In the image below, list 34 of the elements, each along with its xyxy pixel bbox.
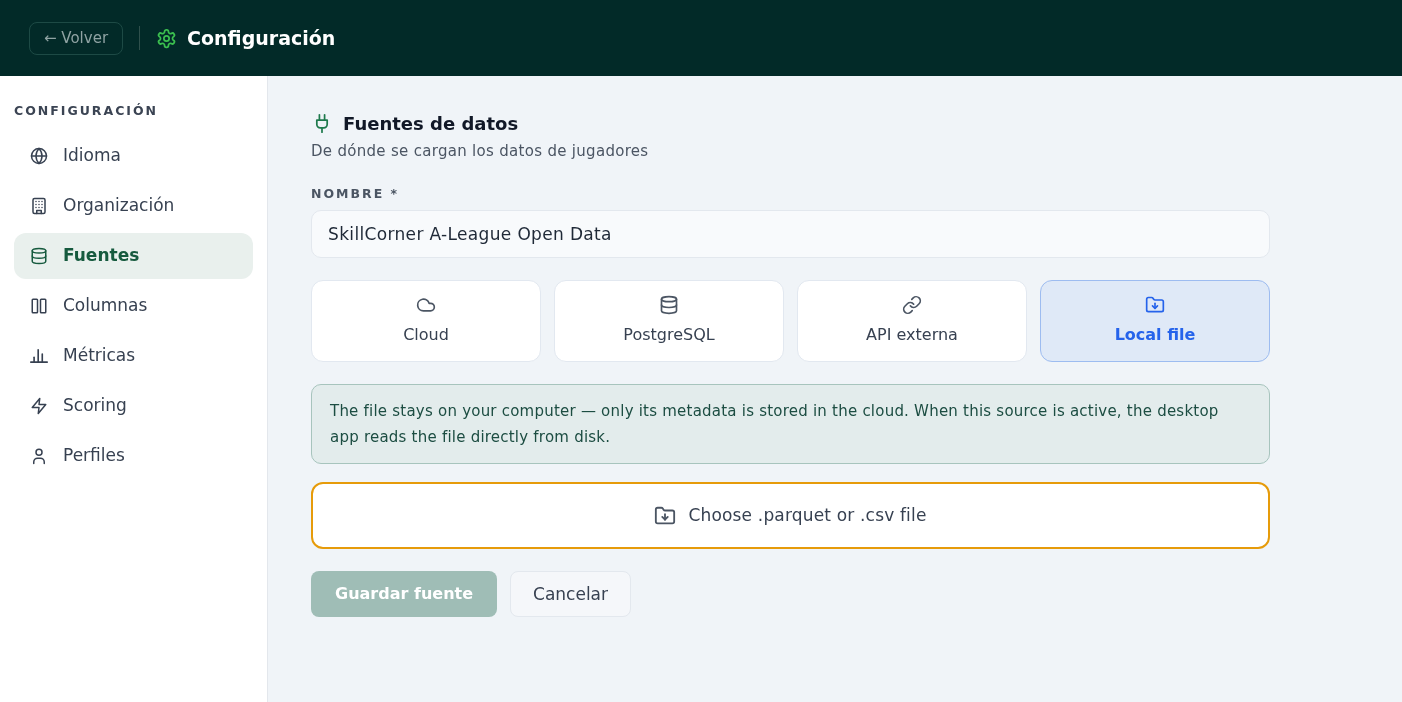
- source-type-option[interactable]: API externa: [797, 280, 1027, 363]
- source-type-option[interactable]: Local file: [1040, 280, 1270, 363]
- sidebar-item[interactable]: Perfiles: [14, 432, 253, 479]
- cancel-button[interactable]: Cancelar: [510, 571, 631, 618]
- bar-chart-icon: [30, 348, 48, 363]
- sidebar-item[interactable]: Idioma: [14, 132, 253, 179]
- section-subtitle: De dónde se cargan los datos de jugadores: [311, 141, 650, 162]
- name-field[interactable]: SkillCorner A-League Open Data: [311, 210, 1270, 259]
- info-notice: The file stays on your computer — only its metadata is stored in the cloud. When this source is active, the desktop app reads the file directly from disk.: [311, 384, 1270, 465]
- sidebar-item[interactable]: Métricas: [14, 332, 253, 379]
- sidebar-item[interactable]: Scoring: [14, 382, 253, 429]
- link-icon: [902, 295, 922, 316]
- user-icon: [30, 446, 48, 465]
- folder-download-icon: [654, 504, 677, 527]
- field-label: NOMBRE *: [311, 184, 401, 203]
- source-type-option[interactable]: PostgreSQL: [554, 280, 784, 363]
- back-button[interactable]: ← Volver: [29, 21, 124, 55]
- building-icon: [30, 196, 48, 215]
- database-icon: [659, 295, 679, 316]
- sidebar-item[interactable]: Fuentes: [14, 232, 253, 279]
- settings-icon: [156, 27, 178, 49]
- plug-icon: [314, 114, 330, 133]
- lightning-icon: [30, 396, 48, 415]
- section-title: Fuentes de datos: [343, 112, 519, 136]
- columns-icon: [30, 296, 48, 315]
- folder-download-icon: [1145, 295, 1165, 316]
- globe-icon: [30, 146, 48, 165]
- sidebar-item[interactable]: Organización: [14, 182, 253, 229]
- sidebar-heading: CONFIGURACIÓN: [14, 102, 160, 120]
- page-title: Configuración: [187, 25, 336, 51]
- file-picker-button[interactable]: Choose .parquet or .csv file: [311, 482, 1270, 550]
- database-icon: [30, 246, 48, 265]
- source-type-option[interactable]: Cloud: [311, 280, 541, 363]
- sidebar-item[interactable]: Columnas: [14, 282, 253, 329]
